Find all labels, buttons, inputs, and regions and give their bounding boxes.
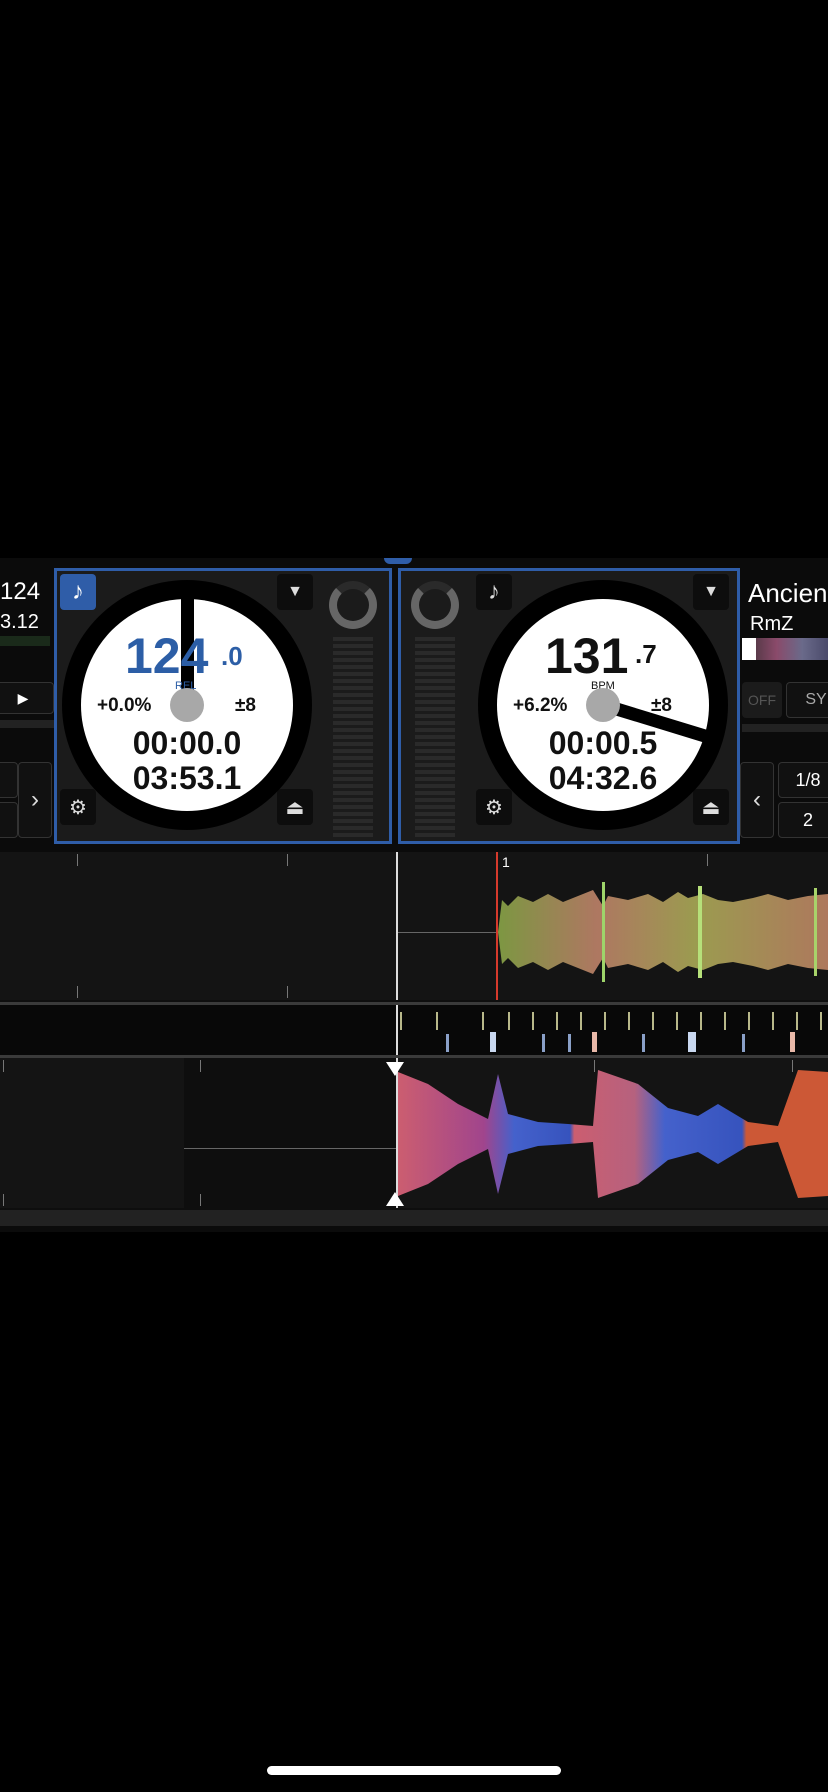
- chevron-right-icon: ›: [31, 786, 39, 813]
- track-artist-right: RmZ: [750, 613, 794, 635]
- beatgrid-markers: [400, 1012, 822, 1052]
- overview-bar[interactable]: [0, 1210, 828, 1226]
- pitch-percent-right: +6.2%: [513, 695, 568, 716]
- left-track-value: 3.12: [0, 611, 39, 633]
- remaining-time-right: 04:32.6: [548, 760, 658, 796]
- left-track-bpm: 124: [0, 578, 41, 605]
- gain-knob-left[interactable]: [329, 581, 377, 629]
- right-bar: [742, 724, 828, 732]
- bpm-decimal-left: .0: [221, 641, 243, 671]
- waveform-top-right: [498, 882, 828, 982]
- home-indicator[interactable]: [267, 1766, 561, 1775]
- chevron-left-icon: ‹: [753, 786, 761, 813]
- level-meter-left: [333, 637, 373, 847]
- center-line-top: [396, 852, 398, 1000]
- sync-button[interactable]: SY: [786, 682, 828, 718]
- bpm-decimal-right: .7: [635, 639, 657, 669]
- right-track-info: Ancien RmZ: [742, 572, 828, 660]
- pitch-percent-left: +0.0%: [97, 695, 152, 716]
- gain-knob-right[interactable]: [411, 581, 459, 629]
- sync-off-label: OFF: [748, 692, 776, 708]
- dropdown-triangle-icon: ▼: [703, 583, 719, 600]
- music-note-icon: ♪: [72, 578, 84, 605]
- deck-menu-button[interactable]: ▼: [277, 574, 313, 610]
- pitch-range-left: ±8: [235, 695, 256, 716]
- deck-right: ♪ ▼ ⚙ ⏏ 131 .7 BPM +6.2% ±8 00:00.5 04:3…: [398, 568, 740, 844]
- chevron-left-button[interactable]: ‹: [740, 762, 774, 838]
- cue-marker-bottom: [386, 1192, 404, 1206]
- platter-face-left: 124 .0 REL +0.0% ±8 00:00.0 03:53.1: [81, 599, 293, 811]
- elapsed-time-right: 00:00.5: [548, 725, 658, 761]
- loop-count-label: 2: [802, 809, 813, 830]
- mini-waveform-right: [742, 638, 828, 660]
- pitch-dial-icon: ⚙: [485, 796, 503, 819]
- loop-size-label: 1/8: [795, 769, 821, 790]
- eject-icon: ⏏: [285, 796, 305, 819]
- zero-line-bottom: [184, 1148, 396, 1149]
- loop-count-button[interactable]: 2: [778, 802, 828, 838]
- platter-hub-left: [170, 688, 204, 722]
- waveform-bottom-right: [398, 1070, 828, 1198]
- chevron-right-button[interactable]: ›: [18, 762, 52, 838]
- eject-icon: ⏏: [701, 796, 721, 819]
- beat-marker: 1: [502, 854, 510, 870]
- bpm-whole-right: 131: [545, 628, 629, 684]
- key-lock-button-right[interactable]: ♪: [476, 574, 512, 610]
- waveform-section[interactable]: 1: [0, 852, 828, 1226]
- deck-left: ♪ ▼ ⚙ ⏏ 124 .0 REL +0.0% ±8 00:00.0 03:5…: [54, 568, 392, 844]
- crossfader-marker: [384, 558, 412, 564]
- sync-label: SY: [805, 691, 827, 708]
- pitch-range-right: ±8: [651, 695, 672, 716]
- dropdown-triangle-icon: ▼: [287, 583, 303, 600]
- bpm-whole-left: 124: [125, 628, 209, 684]
- pitch-dial-icon: ⚙: [69, 796, 87, 819]
- platter-face-right: 131 .7 BPM +6.2% ±8 00:00.5 04:32.6: [497, 599, 709, 811]
- left-play-button[interactable]: ▶: [0, 682, 54, 714]
- left-bar: [0, 720, 54, 728]
- platter-hub-right: [586, 688, 620, 722]
- remaining-time-left: 03:53.1: [132, 760, 242, 796]
- zero-line-top: [398, 932, 498, 933]
- left-side-button-lower[interactable]: [0, 802, 18, 838]
- waveform-lane-bottom-dark: [184, 1058, 396, 1208]
- deck-menu-button-right[interactable]: ▼: [693, 574, 729, 610]
- level-meter-right: [415, 637, 455, 847]
- platter-left[interactable]: 124 .0 REL +0.0% ±8 00:00.0 03:53.1: [62, 580, 312, 830]
- left-mini-waveform: [0, 636, 50, 646]
- elapsed-time-left: 00:00.0: [132, 725, 242, 761]
- left-side-button[interactable]: [0, 762, 18, 798]
- music-note-icon: ♪: [488, 578, 500, 605]
- key-lock-button[interactable]: ♪: [60, 574, 96, 610]
- cue-marker-top: [386, 1062, 404, 1076]
- dj-app: 124 3.12 ▶ › ♪ ▼ ⚙ ⏏ 124 .0 REL +0.0% ±8…: [0, 558, 828, 1232]
- left-track-info: 124 3.12: [0, 572, 54, 672]
- loop-size-button[interactable]: 1/8: [778, 762, 828, 798]
- platter-right[interactable]: 131 .7 BPM +6.2% ±8 00:00.5 04:32.6: [478, 580, 728, 830]
- sync-off-button[interactable]: OFF: [742, 682, 782, 718]
- track-title-right: Ancien: [748, 578, 828, 608]
